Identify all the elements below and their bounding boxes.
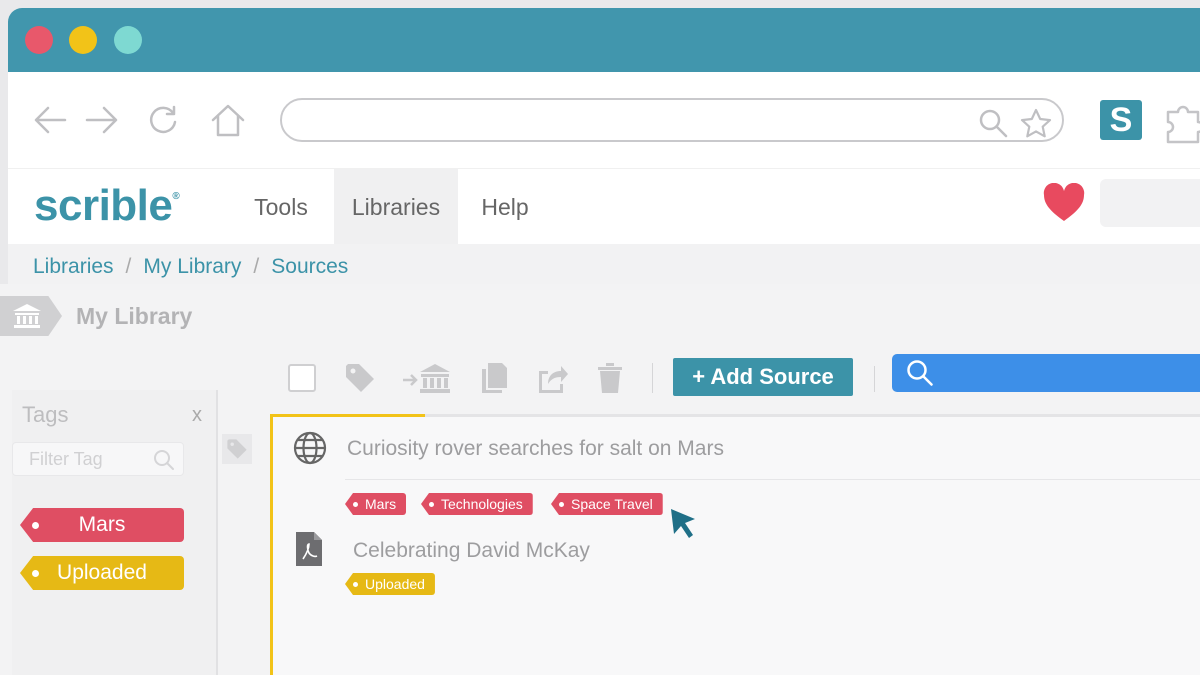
source-tag-mars[interactable]: Mars xyxy=(345,493,407,515)
menu-tools-label: Tools xyxy=(254,193,308,220)
library-header: My Library xyxy=(0,296,192,336)
logo-text: scrible xyxy=(34,181,173,230)
scrible-extension-button[interactable]: S xyxy=(1100,100,1142,140)
move-to-library-icon[interactable] xyxy=(402,362,452,394)
tags-panel: Tags x Filter Tag Mars Uploaded xyxy=(12,390,218,675)
close-window-button[interactable] xyxy=(25,26,53,54)
copy-icon[interactable] xyxy=(478,362,510,394)
logo-registered-mark: ® xyxy=(172,191,180,202)
source-tag-uploaded[interactable]: Uploaded xyxy=(345,573,435,595)
toolbar-divider xyxy=(874,366,875,392)
tag-icon[interactable] xyxy=(222,434,252,464)
library-title: My Library xyxy=(76,302,193,329)
breadcrumb-libraries[interactable]: Libraries xyxy=(33,255,114,279)
bank-icon xyxy=(0,296,62,336)
add-source-button[interactable]: + Add Source xyxy=(673,358,853,396)
maximize-window-button[interactable] xyxy=(114,26,142,54)
heart-icon[interactable] xyxy=(1042,182,1086,223)
puzzle-icon[interactable] xyxy=(1164,98,1200,144)
tag-label: Space Travel xyxy=(571,496,653,512)
arrow-left-icon[interactable] xyxy=(30,100,70,140)
scrible-logo[interactable]: scrible® xyxy=(34,181,180,231)
address-bar[interactable] xyxy=(280,98,1064,142)
breadcrumb-separator: / xyxy=(253,254,260,278)
reload-icon[interactable] xyxy=(143,100,183,140)
arrow-right-icon[interactable] xyxy=(82,100,122,140)
toolbar-divider xyxy=(652,363,653,393)
share-icon[interactable] xyxy=(536,362,568,394)
star-icon[interactable] xyxy=(1020,108,1052,138)
select-all-checkbox[interactable] xyxy=(286,362,318,394)
breadcrumb-sources[interactable]: Sources xyxy=(271,255,348,279)
tags-panel-title: Tags xyxy=(22,402,69,427)
tag-icon[interactable] xyxy=(344,362,376,394)
minimize-window-button[interactable] xyxy=(69,26,97,54)
row-divider xyxy=(345,479,1200,480)
search-icon xyxy=(906,359,934,392)
home-icon[interactable] xyxy=(208,100,248,140)
selection-indicator xyxy=(270,414,425,417)
tag-label: Uploaded xyxy=(365,576,425,592)
filter-tag-placeholder: Filter Tag xyxy=(29,449,103,469)
menu-help-label: Help xyxy=(481,193,529,220)
source-title[interactable]: Celebrating David McKay xyxy=(353,539,590,563)
source-list: Curiosity rover searches for salt on Mar… xyxy=(270,414,1200,675)
browser-titlebar xyxy=(8,8,1200,72)
mouse-cursor-icon xyxy=(668,506,698,540)
source-tag-space-travel[interactable]: Space Travel xyxy=(551,493,663,515)
close-tags-panel-button[interactable]: x xyxy=(192,404,202,427)
source-tag-technologies[interactable]: Technologies xyxy=(421,493,533,515)
tag-label: Uploaded xyxy=(57,561,147,584)
tag-filter-uploaded[interactable]: Uploaded xyxy=(20,556,184,590)
search-icon[interactable] xyxy=(978,108,1008,138)
library-search-input[interactable] xyxy=(892,354,1200,392)
trash-icon[interactable] xyxy=(594,362,626,394)
user-account-area[interactable] xyxy=(1100,179,1200,227)
breadcrumb-separator: / xyxy=(125,254,132,278)
tag-label: Technologies xyxy=(441,496,523,512)
breadcrumb-my-library[interactable]: My Library xyxy=(143,255,241,279)
source-title[interactable]: Curiosity rover searches for salt on Mar… xyxy=(347,437,724,461)
browser-toolbar: S xyxy=(8,72,1200,168)
search-icon xyxy=(153,449,175,471)
tag-filter-mars[interactable]: Mars xyxy=(20,508,184,542)
app-header: scrible® Tools Libraries Help xyxy=(8,168,1200,245)
pdf-file-icon xyxy=(295,531,329,566)
scrible-extension-letter: S xyxy=(1109,100,1133,139)
tag-label: Mars xyxy=(365,496,397,512)
menu-help[interactable]: Help xyxy=(466,169,544,245)
filter-tag-input[interactable]: Filter Tag xyxy=(12,442,184,476)
menu-tools[interactable]: Tools xyxy=(236,169,326,245)
globe-icon xyxy=(293,431,327,465)
menu-libraries[interactable]: Libraries xyxy=(334,169,458,245)
tag-label: Mars xyxy=(78,513,126,536)
source-actions-toolbar xyxy=(286,358,673,398)
menu-libraries-label: Libraries xyxy=(351,193,441,220)
